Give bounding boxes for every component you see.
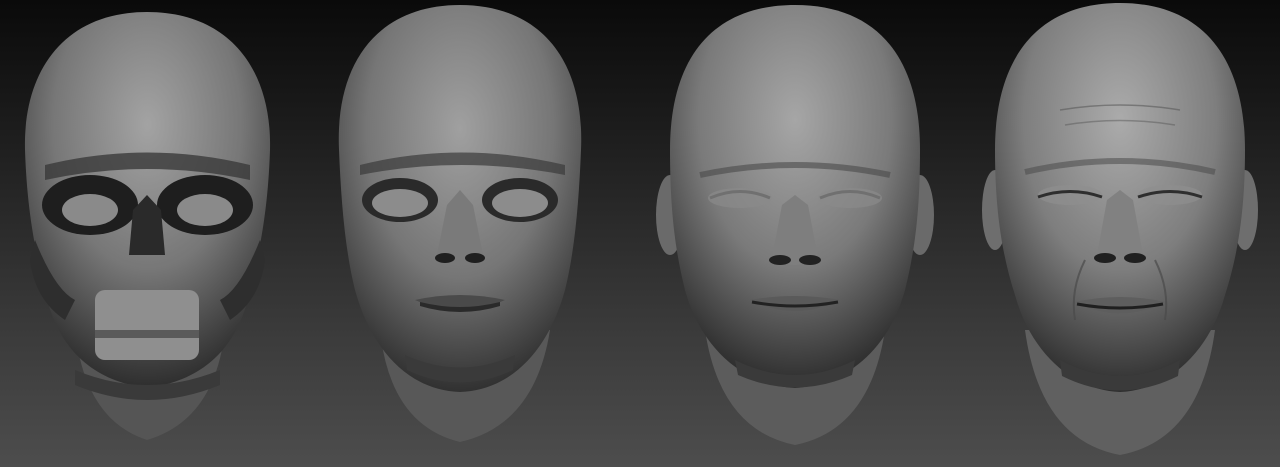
skull-blockout-sculpt xyxy=(15,0,280,467)
rough-face-sculpt xyxy=(335,0,590,467)
sculpt-progression-stage xyxy=(0,0,1280,467)
detailed-face-sculpt xyxy=(980,0,1260,467)
refined-face-sculpt xyxy=(650,0,940,467)
